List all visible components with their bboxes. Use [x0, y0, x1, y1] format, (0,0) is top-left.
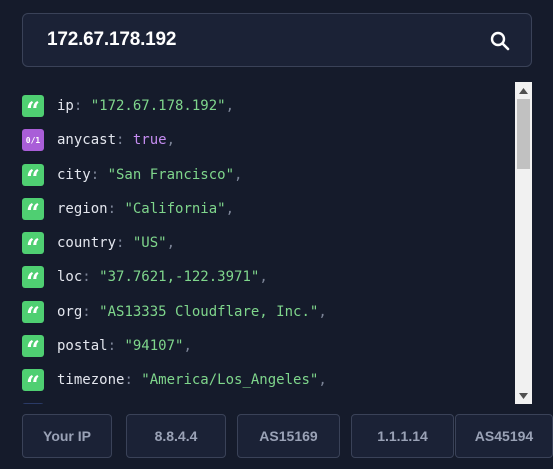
json-row-loc: “ loc: "37.7621,-122.3971",: [22, 265, 268, 293]
json-key: anycast: [57, 132, 117, 149]
json-key: postal: [57, 337, 108, 354]
boolean-type-label: 0/1: [25, 135, 41, 145]
string-quote-icon: “: [22, 197, 44, 225]
json-key: timezone: [57, 372, 125, 388]
json-key: ip: [57, 98, 74, 114]
json-key: country: [57, 235, 117, 251]
json-line: timezone: "America/Los_Angeles",: [57, 372, 327, 388]
quick-asn-button-as45194[interactable]: AS45194: [455, 414, 553, 458]
json-row-postal: “ postal: "94107",: [22, 334, 192, 362]
json-row-partial: [22, 402, 57, 404]
json-value: "America/Los_Angeles": [141, 372, 319, 388]
search-icon[interactable]: [489, 30, 511, 52]
json-value: "172.67.178.192": [90, 98, 226, 114]
json-value: "US": [132, 235, 167, 251]
scroll-down-icon[interactable]: [515, 387, 532, 404]
string-quote-icon: “: [22, 266, 44, 293]
json-line: city: "San Francisco",: [57, 166, 243, 183]
json-line: country: "US",: [57, 235, 176, 251]
vertical-scrollbar[interactable]: [515, 82, 532, 404]
string-quote-icon: “: [22, 334, 44, 362]
json-row-city: “ city: "San Francisco",: [22, 163, 243, 191]
json-key: region: [57, 200, 108, 217]
json-key: org: [57, 303, 83, 320]
partial-type-icon: [22, 403, 44, 404]
search-bar[interactable]: 172.67.178.192: [22, 13, 532, 67]
json-value: "San Francisco": [107, 166, 235, 183]
quick-ip-button-1-1-1-14[interactable]: 1.1.1.14: [351, 414, 454, 458]
json-result-panel: “ ip: "172.67.178.192", 0/1 anycast: true, “…: [22, 82, 533, 404]
your-ip-button[interactable]: Your IP: [22, 414, 112, 458]
quick-asn-button-as15169[interactable]: AS15169: [237, 414, 340, 458]
json-line: region: "California",: [57, 200, 235, 217]
json-line: ip: "172.67.178.192",: [57, 98, 235, 114]
json-row-org: “ org: "AS13335 Cloudflare, Inc.",: [22, 300, 327, 328]
json-value: "94107": [124, 337, 184, 354]
json-row-region: “ region: "California",: [22, 197, 235, 225]
json-row-anycast: 0/1 anycast: true,: [22, 128, 175, 152]
json-key: city: [57, 166, 91, 183]
json-row-country: “ country: "US",: [22, 231, 176, 259]
string-quote-icon: “: [22, 95, 44, 122]
json-row-ip: “ ip: "172.67.178.192",: [22, 94, 235, 122]
json-value: true: [132, 132, 167, 149]
json-line: postal: "94107",: [57, 337, 192, 354]
scroll-up-icon[interactable]: [515, 82, 532, 99]
json-line: org: "AS13335 Cloudflare, Inc.",: [57, 303, 327, 320]
string-quote-icon: “: [22, 163, 44, 191]
json-line: anycast: true,: [57, 132, 176, 149]
json-line: loc: "37.7621,-122.3971",: [57, 269, 268, 286]
boolean-type-icon: 0/1: [22, 129, 44, 152]
json-value: "AS13335 Cloudflare, Inc.": [99, 303, 319, 320]
json-key: loc: [57, 269, 83, 286]
string-quote-icon: “: [22, 300, 44, 328]
json-row-timezone: “ timezone: "America/Los_Angeles",: [22, 368, 327, 396]
json-value: "37.7621,-122.3971": [99, 269, 260, 286]
json-value: "California": [124, 200, 226, 217]
string-quote-icon: “: [22, 369, 44, 396]
quick-ip-button-8-8-4-4[interactable]: 8.8.4.4: [126, 414, 226, 458]
scroll-thumb[interactable]: [517, 99, 530, 169]
search-input[interactable]: 172.67.178.192: [47, 29, 176, 51]
string-quote-icon: “: [22, 232, 44, 259]
